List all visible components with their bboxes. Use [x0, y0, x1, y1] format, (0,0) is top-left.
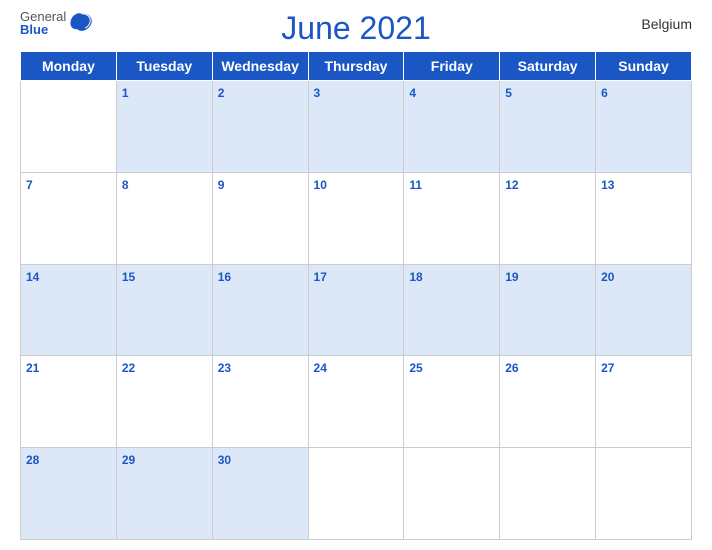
day-header-monday: Monday	[21, 52, 117, 81]
day-number: 16	[218, 270, 231, 284]
calendar-day-2: 2	[212, 81, 308, 173]
calendar-day-23: 23	[212, 356, 308, 448]
logo-blue: Blue	[20, 23, 66, 36]
page-title: June 2021	[281, 10, 430, 47]
calendar-day-10: 10	[308, 172, 404, 264]
day-number: 11	[409, 178, 422, 192]
calendar-day-19: 19	[500, 264, 596, 356]
calendar-week-row: 14 15 16 17 18 19 20	[21, 264, 692, 356]
day-number: 18	[409, 270, 422, 284]
day-number: 15	[122, 270, 135, 284]
calendar-day-16: 16	[212, 264, 308, 356]
calendar-day-29: 29	[116, 448, 212, 540]
day-number: 9	[218, 178, 225, 192]
country-label: Belgium	[641, 16, 692, 32]
day-number: 25	[409, 361, 422, 375]
day-number: 1	[122, 86, 129, 100]
calendar-week-row: 28 29 30	[21, 448, 692, 540]
calendar-day-11: 11	[404, 172, 500, 264]
day-number: 5	[505, 86, 512, 100]
calendar-table: MondayTuesdayWednesdayThursdayFridaySatu…	[20, 51, 692, 540]
calendar-day-empty	[308, 448, 404, 540]
calendar-day-26: 26	[500, 356, 596, 448]
calendar-day-18: 18	[404, 264, 500, 356]
calendar-day-21: 21	[21, 356, 117, 448]
day-number: 12	[505, 178, 518, 192]
day-number: 19	[505, 270, 518, 284]
calendar-day-14: 14	[21, 264, 117, 356]
calendar-day-empty	[404, 448, 500, 540]
day-header-wednesday: Wednesday	[212, 52, 308, 81]
day-number: 6	[601, 86, 608, 100]
calendar-header-row: MondayTuesdayWednesdayThursdayFridaySatu…	[21, 52, 692, 81]
calendar-day-5: 5	[500, 81, 596, 173]
calendar-day-17: 17	[308, 264, 404, 356]
calendar-day-30: 30	[212, 448, 308, 540]
day-number: 10	[314, 178, 327, 192]
day-number: 27	[601, 361, 614, 375]
calendar-day-4: 4	[404, 81, 500, 173]
calendar-day-12: 12	[500, 172, 596, 264]
calendar-day-empty	[500, 448, 596, 540]
calendar-day-6: 6	[596, 81, 692, 173]
calendar-day-7: 7	[21, 172, 117, 264]
day-header-tuesday: Tuesday	[116, 52, 212, 81]
day-number: 3	[314, 86, 321, 100]
calendar-day-22: 22	[116, 356, 212, 448]
day-number: 24	[314, 361, 327, 375]
day-number: 29	[122, 453, 135, 467]
calendar-day-24: 24	[308, 356, 404, 448]
day-header-sunday: Sunday	[596, 52, 692, 81]
calendar-week-row: 7 8 9 10 11 12 13	[21, 172, 692, 264]
calendar-day-empty	[21, 81, 117, 173]
day-number: 17	[314, 270, 327, 284]
day-number: 7	[26, 178, 33, 192]
day-number: 20	[601, 270, 614, 284]
day-header-friday: Friday	[404, 52, 500, 81]
calendar-week-row: 1 2 3 4 5 6	[21, 81, 692, 173]
day-number: 8	[122, 178, 129, 192]
calendar-day-13: 13	[596, 172, 692, 264]
calendar-day-25: 25	[404, 356, 500, 448]
calendar-day-20: 20	[596, 264, 692, 356]
calendar-day-9: 9	[212, 172, 308, 264]
calendar-day-1: 1	[116, 81, 212, 173]
calendar-day-27: 27	[596, 356, 692, 448]
calendar-day-empty	[596, 448, 692, 540]
day-number: 23	[218, 361, 231, 375]
day-number: 13	[601, 178, 614, 192]
header: General Blue June 2021 Belgium	[20, 10, 692, 47]
calendar-day-8: 8	[116, 172, 212, 264]
calendar-day-28: 28	[21, 448, 117, 540]
day-header-thursday: Thursday	[308, 52, 404, 81]
day-number: 4	[409, 86, 416, 100]
logo: General Blue	[20, 10, 95, 36]
calendar-day-15: 15	[116, 264, 212, 356]
calendar-week-row: 21 22 23 24 25 26 27	[21, 356, 692, 448]
day-header-saturday: Saturday	[500, 52, 596, 81]
day-number: 28	[26, 453, 39, 467]
logo-bird-icon	[69, 12, 95, 34]
day-number: 14	[26, 270, 39, 284]
day-number: 2	[218, 86, 225, 100]
calendar-day-3: 3	[308, 81, 404, 173]
day-number: 22	[122, 361, 135, 375]
day-number: 21	[26, 361, 39, 375]
day-number: 26	[505, 361, 518, 375]
day-number: 30	[218, 453, 231, 467]
